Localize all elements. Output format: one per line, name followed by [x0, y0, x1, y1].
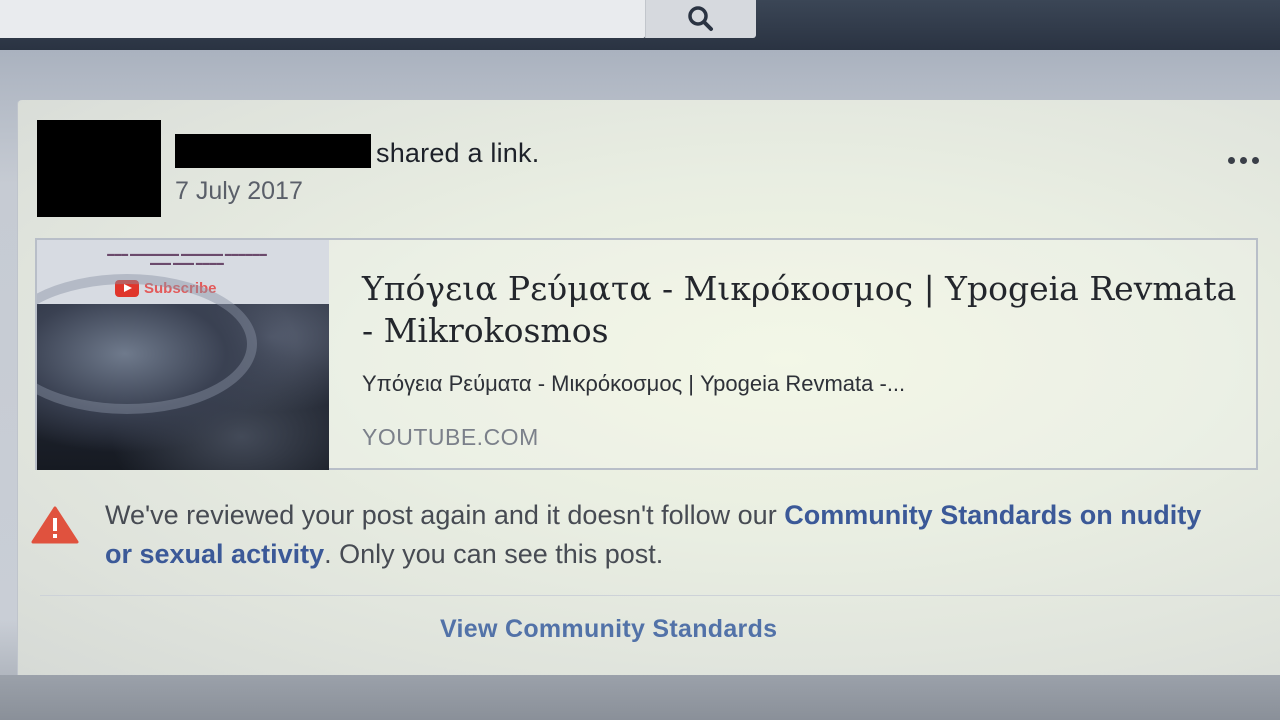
- link-thumbnail[interactable]: ▬▬▬ ▬▬▬▬▬▬▬ ▬▬▬▬▬▬ ▬▬▬▬▬▬ ▬▬▬ ▬▬▬ ▬▬▬▬ Su…: [37, 240, 329, 470]
- more-horizontal-icon: [1227, 156, 1235, 164]
- notice-text-after: . Only you can see this post.: [324, 539, 664, 569]
- thumbnail-banner-text: ▬▬▬ ▬▬▬▬▬▬▬ ▬▬▬▬▬▬ ▬▬▬▬▬▬ ▬▬▬ ▬▬▬ ▬▬▬▬: [107, 251, 267, 267]
- page-background-bottom: [0, 675, 1280, 720]
- more-horizontal-icon: [1239, 156, 1247, 164]
- author-name-redacted[interactable]: [175, 134, 371, 168]
- more-horizontal-icon: [1251, 156, 1259, 164]
- policy-notice: We've reviewed your post again and it do…: [105, 496, 1235, 574]
- link-title[interactable]: Υπόγεια Ρεύματα - Μικρόκοσμος | Ypogeia …: [362, 268, 1242, 352]
- more-options-button[interactable]: [1218, 148, 1268, 172]
- warning-triangle-icon: [31, 506, 79, 544]
- author-avatar-redacted[interactable]: [37, 120, 161, 217]
- search-input[interactable]: [0, 0, 645, 38]
- thumbnail-photo: [37, 274, 329, 470]
- post-timestamp[interactable]: 7 July 2017: [175, 177, 303, 206]
- divider: [40, 595, 1280, 596]
- post-action-text: shared a link.: [376, 138, 540, 168]
- link-domain: YOUTUBE.COM: [362, 424, 539, 450]
- view-community-standards-button[interactable]: View Community Standards: [440, 615, 777, 644]
- search-button[interactable]: [645, 0, 756, 38]
- top-navigation-bar: [0, 0, 1280, 50]
- link-description: Υπόγεια Ρεύματα - Μικρόκοσμος | Ypogeia …: [362, 371, 906, 396]
- search-icon: [688, 6, 713, 31]
- notice-text-before: We've reviewed your post again and it do…: [105, 500, 785, 530]
